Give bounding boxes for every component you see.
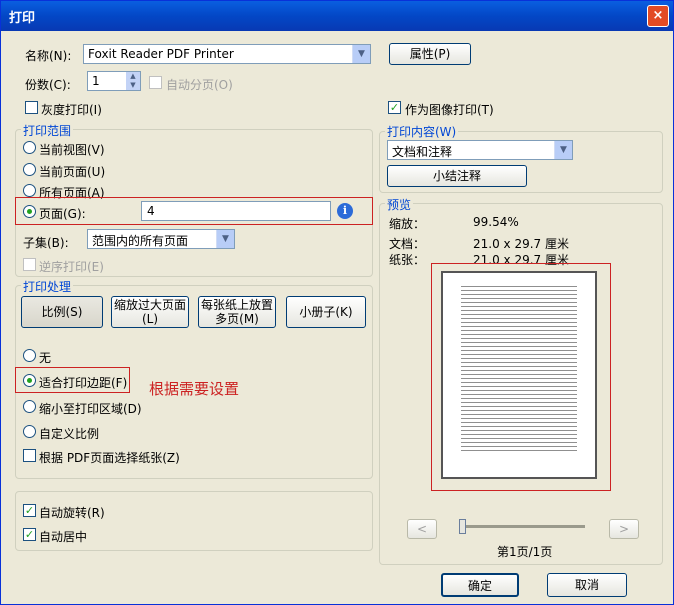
print-content-title: 打印内容(W) — [385, 123, 459, 140]
reverse-label: 逆序打印(E) — [39, 260, 104, 274]
pages-label: 页面(G): — [39, 207, 86, 221]
print-as-image-label: 作为图像打印(T) — [405, 103, 494, 117]
window-title: 打印 — [9, 11, 36, 26]
print-content-value: 文档和注释 — [392, 145, 453, 159]
zoom-value: 99.54% — [473, 215, 519, 229]
page-preview-text-lines — [461, 283, 577, 451]
pages-input[interactable]: 4 — [141, 201, 331, 221]
annotation-text: 根据需要设置 — [149, 380, 240, 398]
stepper-up-icon[interactable]: ▲ — [126, 72, 140, 81]
next-page-button[interactable]: > — [609, 519, 639, 539]
collate-label: 自动分页(O) — [166, 78, 233, 92]
document-size-label: 文档： — [389, 237, 426, 251]
print-handling-title: 打印处理 — [21, 278, 74, 295]
subset-label: 子集(B): — [23, 236, 69, 250]
current-view-radio[interactable] — [23, 141, 36, 154]
multiple-button-line1: 每张纸上放置 — [200, 298, 273, 312]
page-preview — [441, 271, 597, 479]
choose-paper-checkbox[interactable] — [23, 449, 36, 462]
custom-scale-radio[interactable] — [23, 425, 36, 438]
stepper-down-icon[interactable]: ▼ — [126, 81, 140, 90]
all-pages-radio[interactable] — [23, 184, 36, 197]
none-label: 无 — [39, 351, 52, 365]
copies-label: 份数(C): — [25, 78, 71, 92]
zoom-label: 缩放： — [389, 217, 426, 231]
shrink-label: 缩小至打印区域(D) — [39, 402, 142, 416]
fit-margins-radio[interactable] — [23, 374, 36, 387]
chevron-down-icon[interactable]: ▼ — [352, 45, 370, 63]
multiple-pages-button[interactable]: 每张纸上放置 多页(M) — [198, 296, 276, 328]
copies-stepper[interactable]: 1 ▲ ▼ — [87, 71, 141, 91]
print-range-title: 打印范围 — [21, 122, 74, 139]
current-page-radio[interactable] — [23, 163, 36, 176]
grayscale-label: 灰度打印(I) — [41, 103, 102, 117]
current-view-label: 当前视图(V) — [39, 143, 105, 157]
preview-title: 预览 — [385, 196, 414, 213]
cancel-button[interactable]: 取消 — [547, 573, 627, 597]
ok-button[interactable]: 确定 — [441, 573, 519, 597]
tile-button-line2: (L) — [141, 312, 159, 326]
close-button[interactable]: × — [647, 5, 669, 27]
printer-name-label: 名称(N): — [25, 49, 72, 63]
page-slider-track[interactable] — [463, 525, 585, 528]
print-dialog: 打印 × 名称(N): Foxit Reader PDF Printer ▼ 属… — [0, 0, 674, 605]
printer-select[interactable]: Foxit Reader PDF Printer ▼ — [83, 44, 371, 64]
tile-button-line1: 缩放过大页面 — [113, 298, 186, 312]
paper-size-label: 纸张： — [389, 253, 426, 267]
scale-button[interactable]: 比例(S) — [21, 296, 103, 328]
chevron-down-icon[interactable]: ▼ — [554, 141, 572, 159]
info-icon[interactable]: i — [337, 203, 353, 219]
custom-scale-label: 自定义比例 — [39, 427, 100, 441]
properties-button[interactable]: 属性(P) — [389, 43, 471, 65]
fit-margins-label: 适合打印边距(F) — [39, 376, 128, 390]
document-size-value: 21.0 x 29.7 厘米 — [473, 237, 569, 251]
tile-button[interactable]: 缩放过大页面 (L) — [111, 296, 189, 328]
chevron-down-icon[interactable]: ▼ — [216, 230, 234, 248]
print-content-select[interactable]: 文档和注释 ▼ — [387, 140, 573, 160]
multiple-button-line2: 多页(M) — [215, 312, 259, 326]
subset-select[interactable]: 范围内的所有页面 ▼ — [87, 229, 235, 249]
booklet-button[interactable]: 小册子(K) — [286, 296, 366, 328]
print-as-image-checkbox[interactable]: ✓ — [388, 101, 401, 114]
none-radio[interactable] — [23, 349, 36, 362]
title-bar[interactable]: 打印 × — [1, 1, 673, 31]
reverse-checkbox[interactable] — [23, 258, 36, 271]
prev-page-button[interactable]: < — [407, 519, 437, 539]
auto-center-label: 自动居中 — [39, 530, 88, 544]
pages-radio[interactable] — [23, 205, 36, 218]
printer-select-value: Foxit Reader PDF Printer — [88, 47, 234, 61]
auto-center-checkbox[interactable]: ✓ — [23, 528, 36, 541]
pages-input-value: 4 — [147, 204, 155, 218]
shrink-radio[interactable] — [23, 400, 36, 413]
grayscale-checkbox[interactable] — [25, 101, 38, 114]
current-page-label: 当前页面(U) — [39, 165, 106, 179]
auto-rotate-checkbox[interactable]: ✓ — [23, 504, 36, 517]
subset-select-value: 范围内的所有页面 — [92, 234, 189, 248]
page-slider-thumb[interactable] — [459, 519, 466, 534]
page-indicator: 第1页/1页 — [497, 545, 553, 559]
auto-rotate-label: 自动旋转(R) — [39, 506, 105, 520]
collate-checkbox[interactable] — [149, 76, 162, 89]
summarize-comments-button[interactable]: 小结注释 — [387, 165, 527, 187]
copies-value: 1 — [92, 74, 100, 88]
choose-paper-label: 根据 PDF页面选择纸张(Z) — [39, 451, 180, 465]
